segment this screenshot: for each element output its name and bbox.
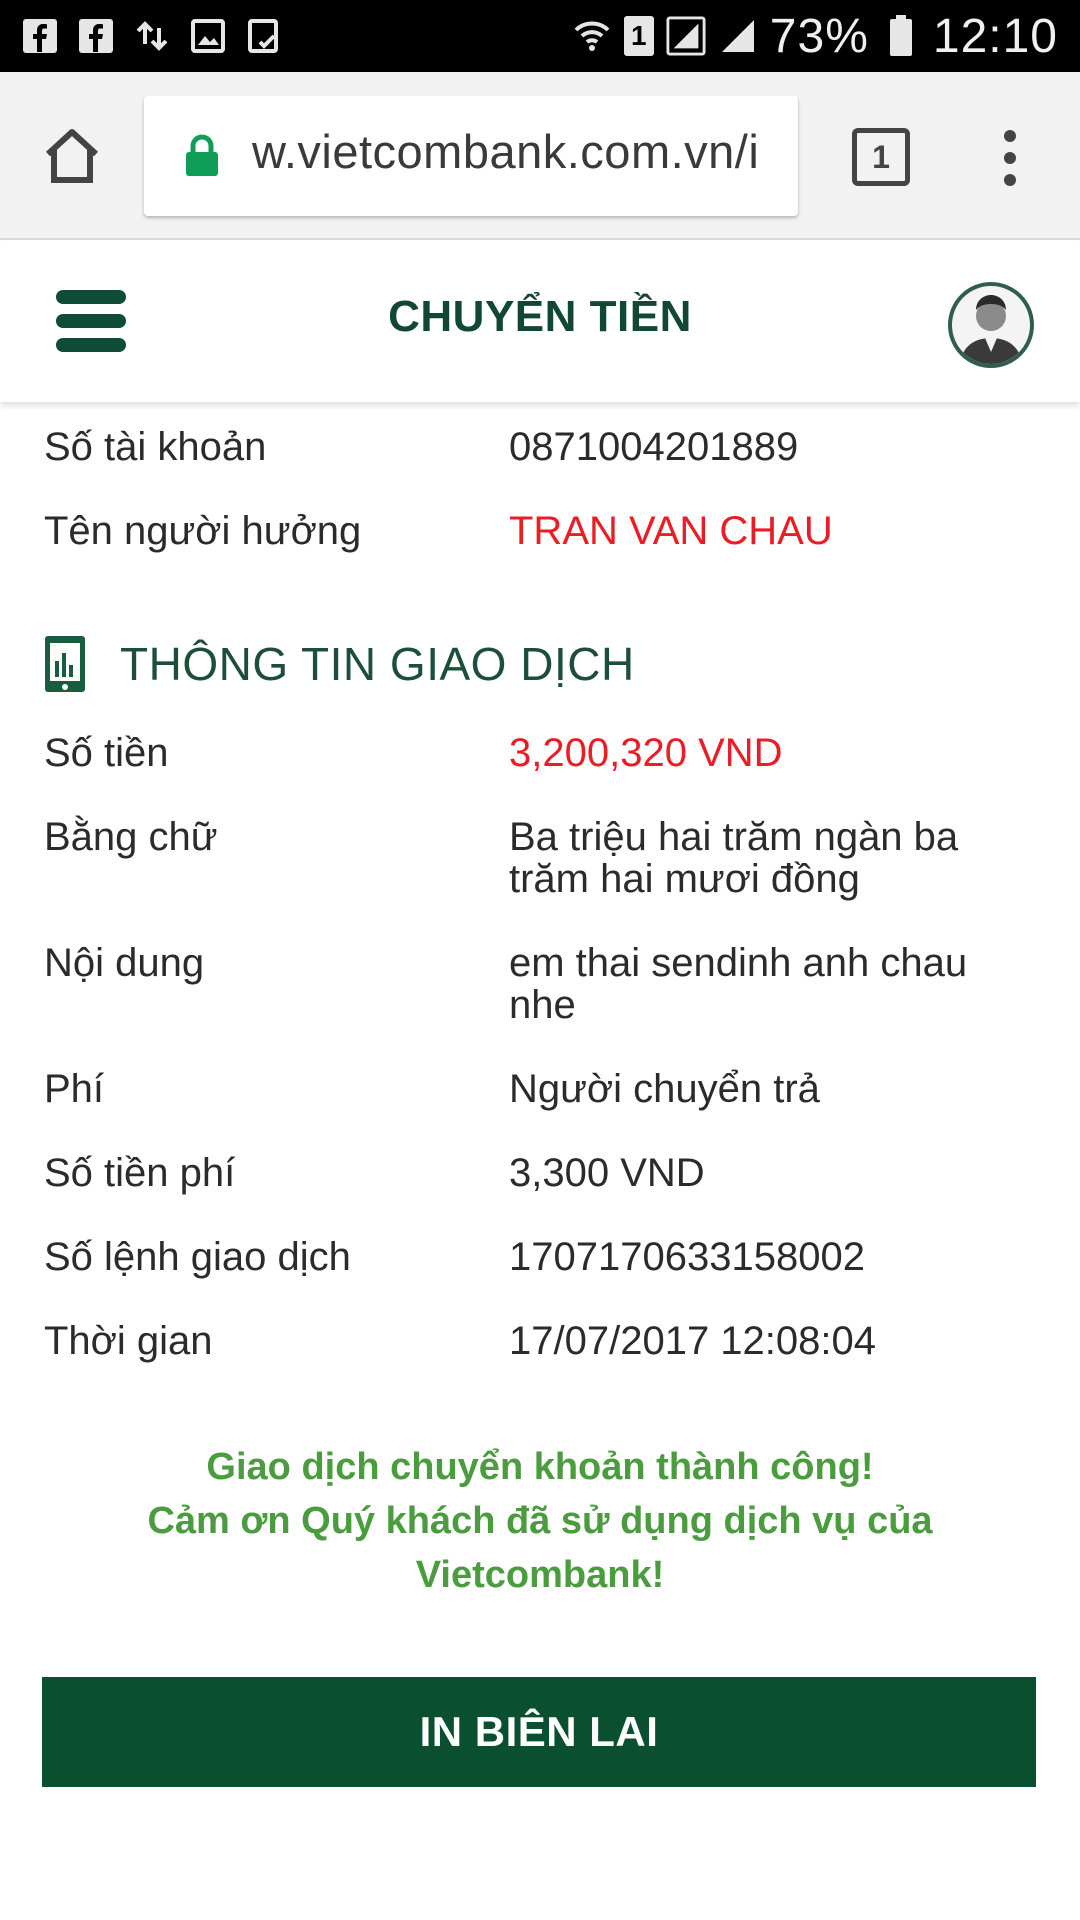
print-receipt-button[interactable]: IN BIÊN LAI <box>42 1677 1036 1787</box>
detail-value: Ba triệu hai trăm ngàn ba trăm hai mươi … <box>509 815 959 901</box>
battery-percent: 73% <box>769 9 869 63</box>
page-title: CHUYỂN TIỀN <box>388 292 692 341</box>
user-avatar-button[interactable] <box>948 282 1034 368</box>
data-transfer-icon <box>132 16 172 56</box>
clock: 12:10 <box>932 9 1058 63</box>
home-icon <box>45 129 99 183</box>
detail-label: Bằng chữ <box>44 815 218 859</box>
detail-label: Số tài khoản <box>44 425 267 469</box>
app-header: CHUYỂN TIỀN <box>0 242 1080 402</box>
url-text: w.vietcombank.com.vn/i <box>252 125 760 178</box>
menu-dot <box>1004 152 1016 164</box>
detail-label: Tên người hưởng <box>44 509 362 553</box>
detail-value: 0871004201889 <box>509 425 799 469</box>
facebook-icon <box>20 16 60 56</box>
status-bar: 1 73% 12:10 <box>0 0 1080 72</box>
facebook-icon <box>76 16 116 56</box>
overflow-menu-button[interactable] <box>990 122 1030 194</box>
success-line: Cảm ơn Quý khách đã sử dụng dịch vụ của <box>147 1500 933 1542</box>
detail-value: 3,300 VND <box>509 1151 705 1195</box>
signal-icon <box>666 16 706 56</box>
checklist-icon <box>244 16 284 56</box>
browser-toolbar: w.vietcombank.com.vn/i 1 <box>0 72 1080 240</box>
lock-icon <box>186 134 218 176</box>
detail-value: 1707170633158002 <box>509 1235 865 1279</box>
signal-icon <box>718 16 758 56</box>
detail-label: Nội dung <box>44 941 205 985</box>
notification-icons <box>20 14 284 58</box>
menu-dot <box>1004 130 1016 142</box>
menu-dot <box>1004 174 1016 186</box>
address-bar[interactable]: w.vietcombank.com.vn/i <box>144 96 798 216</box>
home-button[interactable] <box>36 120 108 192</box>
detail-label: Thời gian <box>44 1319 213 1363</box>
detail-label: Phí <box>44 1067 105 1111</box>
detail-label: Số lệnh giao dịch <box>44 1235 351 1279</box>
section-title: THÔNG TIN GIAO DỊCH <box>120 638 635 690</box>
tab-switcher-button[interactable]: 1 <box>852 128 910 186</box>
section-header: THÔNG TIN GIAO DỊCH <box>44 634 635 694</box>
image-icon <box>188 16 228 56</box>
system-status: 1 73% 12:10 <box>572 9 1058 63</box>
avatar-icon <box>960 295 1022 364</box>
success-line: Vietcombank! <box>415 1554 665 1596</box>
battery-icon <box>881 15 921 56</box>
wifi-icon <box>572 16 612 56</box>
detail-value: em thai sendinh anh chau nhe <box>509 941 968 1027</box>
mobile-chart-icon <box>45 636 85 692</box>
amount-value: 3,200,320 VND <box>509 731 783 775</box>
detail-label: Số tiền <box>44 731 169 775</box>
success-message: Giao dịch chuyển khoản thành công! Cảm ơ… <box>0 1440 1080 1602</box>
success-line: Giao dịch chuyển khoản thành công! <box>206 1446 874 1488</box>
detail-value: 17/07/2017 12:08:04 <box>509 1319 877 1363</box>
detail-label: Số tiền phí <box>44 1151 236 1195</box>
sim-icon: 1 <box>623 16 654 56</box>
beneficiary-name: TRAN VAN CHAU <box>509 509 833 553</box>
detail-value: Người chuyển trả <box>509 1067 820 1111</box>
